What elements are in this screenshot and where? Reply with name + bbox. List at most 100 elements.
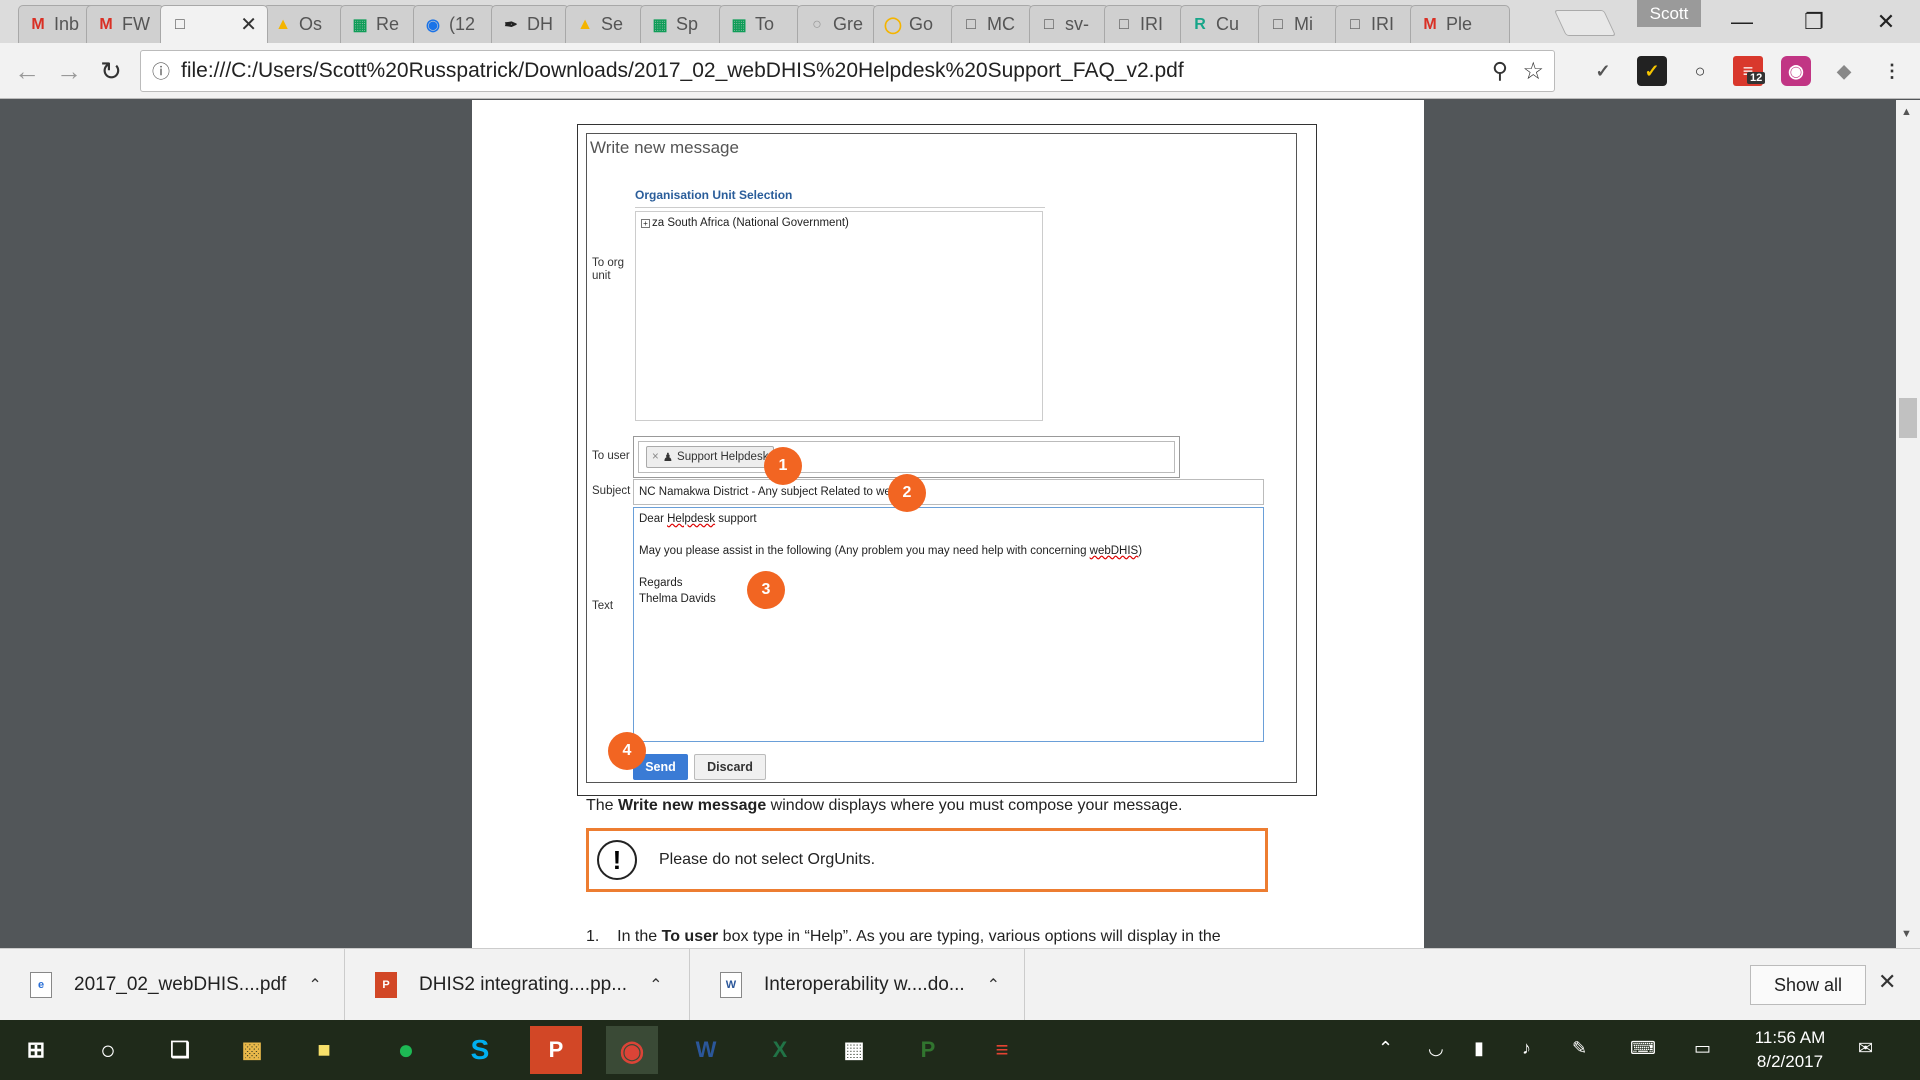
- todoist-extension-icon[interactable]: ≡ 12: [1733, 56, 1766, 86]
- tab-6[interactable]: ✒ DH: [491, 5, 569, 43]
- chevron-up-icon[interactable]: ⌃: [987, 975, 1000, 995]
- address-url[interactable]: file:///C:/Users/Scott%20Russpatrick/Dow…: [181, 59, 1184, 83]
- excel-icon[interactable]: X: [754, 1026, 806, 1074]
- warning-text: Please do not select OrgUnits.: [659, 851, 876, 868]
- restore-icon[interactable]: ❐: [1784, 0, 1844, 43]
- display-icon[interactable]: ▭: [1694, 1038, 1711, 1059]
- lemon-icon: ○: [812, 15, 822, 33]
- tab-0[interactable]: M Inb: [18, 5, 96, 43]
- org-root-label[interactable]: za South Africa (National Government): [652, 217, 849, 229]
- discard-button[interactable]: Discard: [694, 754, 766, 780]
- pen-icon[interactable]: ✎: [1572, 1038, 1587, 1059]
- pen-extension-icon[interactable]: ✓: [1588, 56, 1618, 86]
- taskbar-clock[interactable]: 11:56 AM 8/2/2017: [1744, 1026, 1836, 1074]
- tab-5[interactable]: ◉ (12: [413, 5, 495, 43]
- back-icon[interactable]: ←: [8, 52, 46, 90]
- powerpoint-taskbar-icon[interactable]: P: [530, 1026, 582, 1074]
- gmail-icon: M: [31, 15, 45, 33]
- address-bar[interactable]: ⓘ file:///C:/Users/Scott%20Russpatrick/D…: [140, 50, 1555, 92]
- project-icon[interactable]: P: [902, 1026, 954, 1074]
- gmail-icon: M: [1423, 15, 1437, 33]
- todoist-taskbar-icon[interactable]: ≡: [976, 1026, 1028, 1074]
- download-name[interactable]: DHIS2 integrating....pp...: [419, 974, 627, 996]
- tab-12[interactable]: □ MC: [951, 5, 1033, 43]
- show-all-button[interactable]: Show all: [1750, 965, 1866, 1005]
- vertical-scrollbar[interactable]: ▲ ▼: [1896, 100, 1920, 948]
- tab-7[interactable]: ▲ Se: [565, 5, 645, 43]
- remove-chip-icon[interactable]: ×: [652, 451, 659, 463]
- file-explorer-icon[interactable]: ▩: [226, 1026, 278, 1074]
- chevron-up-icon[interactable]: ⌃: [649, 975, 662, 995]
- close-window-icon[interactable]: ✕: [1856, 0, 1916, 43]
- spotify-icon[interactable]: ●: [380, 1026, 432, 1074]
- download-name[interactable]: 2017_02_webDHIS....pdf: [74, 974, 286, 996]
- zoom-icon[interactable]: ⚲: [1492, 58, 1508, 84]
- tab-8[interactable]: ▦ Sp: [640, 5, 724, 43]
- forward-icon[interactable]: →: [50, 52, 88, 90]
- tab-17[interactable]: □ IRI: [1335, 5, 1415, 43]
- subject-input[interactable]: NC Namakwa District - Any subject Relate…: [633, 479, 1264, 505]
- chevron-up-icon[interactable]: ⌃: [308, 975, 321, 995]
- chrome-icon[interactable]: ◉: [606, 1026, 658, 1074]
- volume-icon[interactable]: ♪: [1522, 1038, 1531, 1059]
- task-view-icon[interactable]: ❑: [154, 1026, 206, 1074]
- dropbox-extension-icon[interactable]: ◆: [1829, 56, 1859, 86]
- scroll-up-icon[interactable]: ▲: [1901, 106, 1912, 118]
- tab-15[interactable]: R Cu: [1180, 5, 1262, 43]
- download-item[interactable]: W Interoperability w....do... ⌃: [690, 949, 1025, 1021]
- pdf-icon: e: [30, 972, 52, 998]
- scroll-down-icon[interactable]: ▼: [1901, 928, 1912, 940]
- close-download-bar-icon[interactable]: ✕: [1878, 969, 1896, 995]
- keyboard-icon[interactable]: ⌨: [1630, 1038, 1656, 1059]
- tab-9[interactable]: ▦ To: [719, 5, 801, 43]
- window-title: Write new message: [590, 138, 739, 157]
- calculator-icon[interactable]: ▦: [828, 1026, 880, 1074]
- org-tree[interactable]: + za South Africa (National Government): [635, 211, 1043, 421]
- close-tab-icon[interactable]: ✕: [240, 12, 257, 37]
- to-user-field[interactable]: × ♟ Support Helpdesk: [633, 436, 1180, 478]
- tab-2[interactable]: □ ✕: [160, 5, 268, 43]
- expand-icon[interactable]: +: [641, 218, 650, 228]
- tab-14[interactable]: □ IRI: [1104, 5, 1184, 43]
- cortana-icon[interactable]: ○: [82, 1026, 134, 1074]
- tab-1[interactable]: M FW: [86, 5, 164, 43]
- recipient-chip[interactable]: × ♟ Support Helpdesk: [646, 446, 775, 468]
- menu-icon[interactable]: ⋮: [1877, 56, 1907, 86]
- org-tree-root[interactable]: + za South Africa (National Government): [641, 217, 849, 229]
- windows-start-icon[interactable]: ⊞: [10, 1026, 62, 1074]
- wifi-icon[interactable]: ◡: [1428, 1038, 1444, 1059]
- tab-18[interactable]: M Ple: [1410, 5, 1510, 43]
- feather-icon: ✒: [504, 16, 518, 34]
- pdf-viewer[interactable]: Write new message Organisation Unit Sele…: [0, 100, 1920, 948]
- tab-13[interactable]: □ sv-: [1029, 5, 1109, 43]
- checkmark-extension-icon[interactable]: ✓: [1637, 56, 1667, 86]
- bookmark-star-icon[interactable]: ☆: [1522, 57, 1544, 86]
- bulb-extension-icon[interactable]: ○: [1685, 56, 1715, 86]
- download-item[interactable]: P DHIS2 integrating....pp... ⌃: [345, 949, 690, 1021]
- instagram-extension-icon[interactable]: ◉: [1781, 56, 1811, 86]
- to-user-input[interactable]: × ♟ Support Helpdesk: [638, 441, 1175, 473]
- download-item[interactable]: e 2017_02_webDHIS....pdf ⌃: [0, 949, 345, 1021]
- minimize-icon[interactable]: —: [1712, 0, 1772, 43]
- profile-button[interactable]: Scott: [1637, 0, 1701, 27]
- tab-10[interactable]: ○ Gre: [797, 5, 877, 43]
- tab-16[interactable]: □ Mi: [1258, 5, 1340, 43]
- skype-icon[interactable]: S: [454, 1026, 506, 1074]
- sticky-notes-icon[interactable]: ■: [298, 1026, 350, 1074]
- tab-4[interactable]: ▦ Re: [340, 5, 418, 43]
- battery-icon[interactable]: ▮: [1474, 1038, 1484, 1059]
- message-textarea[interactable]: Dear Helpdesk support May you please ass…: [633, 507, 1264, 742]
- document-icon: □: [1350, 15, 1360, 33]
- tab-3[interactable]: ▲ Os: [263, 5, 345, 43]
- word-taskbar-icon[interactable]: W: [680, 1026, 732, 1074]
- reload-icon[interactable]: ↻: [92, 52, 130, 90]
- sheets-icon: ▦: [652, 16, 668, 34]
- bulb-icon: ◯: [884, 16, 902, 34]
- notifications-icon[interactable]: ✉: [1858, 1038, 1873, 1059]
- download-name[interactable]: Interoperability w....do...: [764, 974, 965, 996]
- info-icon[interactable]: ⓘ: [141, 58, 181, 84]
- scroll-thumb[interactable]: [1899, 398, 1917, 438]
- tab-11[interactable]: ◯ Go: [873, 5, 955, 43]
- tray-chevron-icon[interactable]: ⌃: [1378, 1038, 1393, 1059]
- new-tab-button[interactable]: [1553, 10, 1617, 36]
